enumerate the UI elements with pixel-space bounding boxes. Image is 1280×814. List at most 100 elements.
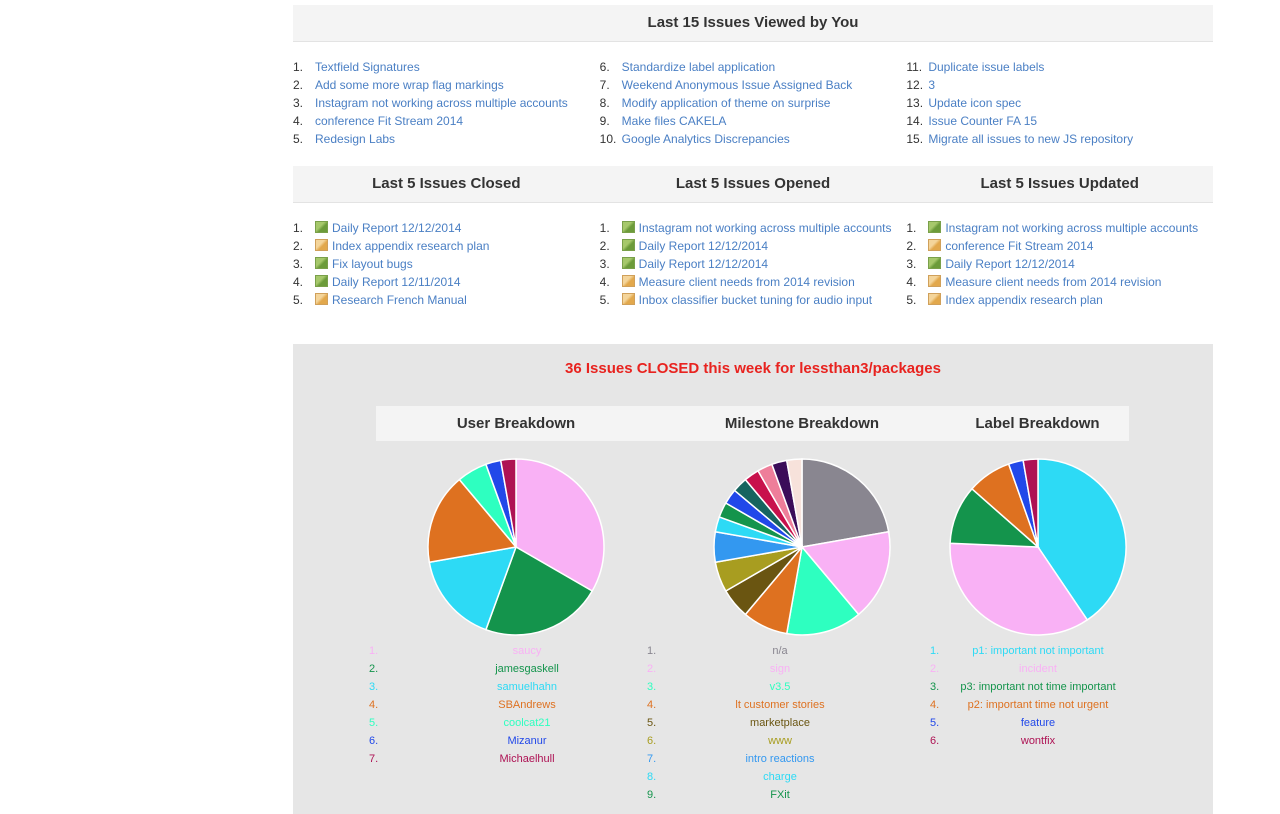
opened-issue-link[interactable]: Daily Report 12/12/2014 (639, 239, 768, 253)
recent-issue-link[interactable]: Modify application of theme on surprise (622, 96, 831, 110)
legend-item: 1. saucy (369, 642, 667, 660)
open-issue-icon (928, 257, 942, 269)
closed-issue-item: 2. Index appendix research plan (293, 237, 600, 255)
legend-label[interactable]: wontfix (948, 732, 1128, 750)
opened-issue-link[interactable]: Inbox classifier bucket tuning for audio… (639, 293, 872, 307)
legend-label[interactable]: Michaelhull (387, 750, 667, 768)
legend-number: 3. (647, 681, 657, 693)
legend-number: 3. (369, 681, 379, 693)
legend-item: 5. coolcat21 (369, 714, 667, 732)
legend-number: 5. (930, 717, 940, 729)
legend-number: 3. (930, 681, 940, 693)
recent-issue-link[interactable]: 3 (928, 78, 935, 92)
recent-issue-link[interactable]: Add some more wrap flag markings (315, 78, 504, 92)
recent-list-col-3: 11. Duplicate issue labels 12. 3 13. Update i… (906, 42, 1213, 148)
recent-viewed-lists: 1. Textfield Signatures 2. Add some more wr… (293, 42, 1213, 148)
legend-label[interactable]: saucy (387, 642, 667, 660)
user-breakdown-title: User Breakdown (456, 415, 576, 432)
updated-list: 1. Instagram not working across multiple … (906, 203, 1213, 309)
legend-label[interactable]: charge (665, 768, 895, 786)
legend-label[interactable]: v3.5 (665, 678, 895, 696)
legend-number: 5. (369, 717, 379, 729)
opened-header: Last 5 Issues Opened (675, 175, 831, 192)
user-breakdown-legend: 1. saucy 2. jamesgaskell 3. samuelhahn 4. SBAnd… (369, 642, 667, 768)
recent-issue-item: 2. Add some more wrap flag markings (293, 76, 600, 94)
recent-issue-item: 8. Modify application of theme on surpris… (600, 94, 907, 112)
recent-issue-item: 1. Textfield Signatures (293, 58, 600, 76)
opened-issue-link[interactable]: Daily Report 12/12/2014 (639, 257, 768, 271)
legend-label[interactable]: p3: important not time important (948, 678, 1128, 696)
recent-issue-link[interactable]: Update icon spec (928, 96, 1021, 110)
recent-issue-link[interactable]: Make files CAKELA (622, 114, 727, 128)
legend-item: 7. intro reactions (647, 750, 895, 768)
recent-issue-link[interactable]: Weekend Anonymous Issue Assigned Back (622, 78, 853, 92)
open-issue-icon (621, 257, 635, 269)
legend-label[interactable]: Mizanur (387, 732, 667, 750)
recent-issue-link[interactable]: Duplicate issue labels (928, 60, 1044, 74)
milestone-breakdown-legend: 1. n/a 2. sign 3. v3.5 4. lt customer stories 5.… (647, 642, 895, 804)
closed-issue-link[interactable]: Daily Report 12/11/2014 (332, 275, 461, 289)
recent-issue-link[interactable]: Issue Counter FA 15 (928, 114, 1037, 128)
closed-issue-link[interactable]: Fix layout bugs (332, 257, 413, 271)
recent-list-col-1: 1. Textfield Signatures 2. Add some more wr… (293, 42, 600, 148)
legend-label[interactable]: feature (948, 714, 1128, 732)
updated-issue-link[interactable]: conference Fit Stream 2014 (945, 239, 1093, 253)
closed-issue-link[interactable]: Daily Report 12/12/2014 (332, 221, 461, 235)
recent-issue-link[interactable]: conference Fit Stream 2014 (315, 114, 463, 128)
updated-issue-link[interactable]: Daily Report 12/12/2014 (945, 257, 1074, 271)
legend-label[interactable]: coolcat21 (387, 714, 667, 732)
legend-label[interactable]: marketplace (665, 714, 895, 732)
legend-label[interactable]: sign (665, 660, 895, 678)
item-number: 3. (906, 257, 917, 271)
closed-issue-icon (928, 275, 942, 287)
open-issue-icon (315, 257, 328, 269)
milestone-breakdown-pie (713, 458, 891, 636)
legend-label[interactable]: SBAndrews (387, 696, 667, 714)
updated-issue-item: 3. Daily Report 12/12/2014 (906, 255, 1213, 273)
recent-issue-link[interactable]: Google Analytics Discrepancies (622, 132, 790, 146)
opened-issue-link[interactable]: Instagram not working across multiple ac… (639, 221, 892, 235)
recent-issue-item: 13. Update icon spec (906, 94, 1213, 112)
opened-issue-link[interactable]: Measure client needs from 2014 revision (639, 275, 855, 289)
item-number: 13. (906, 96, 924, 110)
legend-item: 3. samuelhahn (369, 678, 667, 696)
recent-issue-link[interactable]: Migrate all issues to new JS repository (928, 132, 1133, 146)
legend-item: 1. p1: important not important (930, 642, 1128, 660)
legend-number: 2. (369, 663, 379, 675)
legend-label[interactable]: p2: important time not urgent (948, 696, 1128, 714)
updated-header: Last 5 Issues Updated (980, 175, 1139, 192)
recent-list-col-2: 6. Standardize label application 7. Weekend… (600, 42, 907, 148)
legend-item: 3. p3: important not time important (930, 678, 1128, 696)
closed-issue-link[interactable]: Research French Manual (332, 293, 467, 307)
recent-issue-link[interactable]: Standardize label application (622, 60, 775, 74)
opened-issue-item: 5. Inbox classifier bucket tuning for aud… (600, 291, 907, 309)
recent-issue-link[interactable]: Textfield Signatures (315, 60, 420, 74)
legend-label[interactable]: incident (948, 660, 1128, 678)
legend-label[interactable]: samuelhahn (387, 678, 667, 696)
legend-label[interactable]: p1: important not important (948, 642, 1128, 660)
updated-issue-link[interactable]: Index appendix research plan (945, 293, 1102, 307)
legend-item: 5. feature (930, 714, 1128, 732)
legend-label[interactable]: n/a (665, 642, 895, 660)
closed-issue-icon (928, 239, 942, 251)
item-number: 1. (599, 221, 610, 235)
opened-issue-item: 3. Daily Report 12/12/2014 (600, 255, 907, 273)
legend-label[interactable]: www (665, 732, 895, 750)
recent-issue-link[interactable]: Instagram not working across multiple ac… (315, 96, 568, 110)
legend-number: 6. (369, 735, 379, 747)
updated-issue-link[interactable]: Measure client needs from 2014 revision (945, 275, 1161, 289)
legend-label[interactable]: FXit (665, 786, 895, 804)
item-number: 1. (906, 221, 917, 235)
legend-number: 1. (369, 645, 379, 657)
recent-issue-link[interactable]: Redesign Labs (315, 132, 395, 146)
updated-issue-link[interactable]: Instagram not working across multiple ac… (945, 221, 1198, 235)
legend-label[interactable]: intro reactions (665, 750, 895, 768)
closed-header: Last 5 Issues Closed (372, 175, 521, 192)
legend-label[interactable]: lt customer stories (665, 696, 895, 714)
open-issue-icon (928, 221, 942, 233)
closed-issue-link[interactable]: Index appendix research plan (332, 239, 489, 253)
legend-item: 8. charge (647, 768, 895, 786)
updated-issue-item: 2. conference Fit Stream 2014 (906, 237, 1213, 255)
item-number: 3. (293, 257, 304, 271)
legend-label[interactable]: jamesgaskell (387, 660, 667, 678)
